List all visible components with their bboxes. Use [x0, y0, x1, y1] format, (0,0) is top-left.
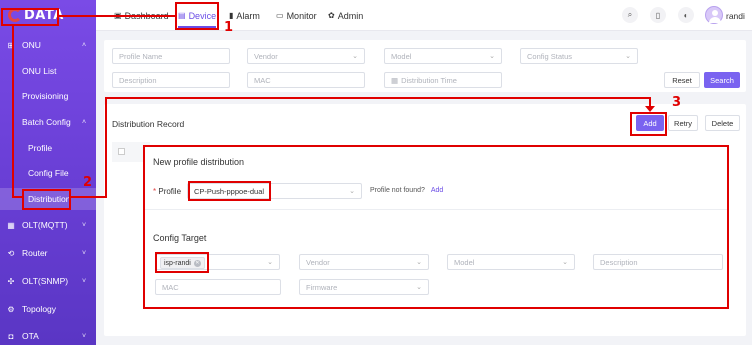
mac-input[interactable]: MAC: [247, 72, 365, 88]
nav-label: Admin: [337, 10, 364, 21]
mobile-icon[interactable]: ▯: [650, 7, 666, 23]
sidebar-item-ota[interactable]: ◘ OTA ˅: [0, 325, 96, 345]
router-icon: ⟲: [7, 248, 15, 258]
annotation-connector: [59, 15, 175, 17]
annotation-profile-box: [188, 181, 271, 201]
sidebar-item-label: ONU: [22, 40, 41, 50]
vendor-select[interactable]: Vendor ⌄: [247, 48, 365, 64]
annotation-add-box: [630, 112, 667, 136]
alarm-icon: ▮: [229, 11, 234, 20]
sidebar-item-label: OLT(SNMP): [22, 276, 69, 286]
annotation-connector: [12, 26, 14, 198]
nav-label: Alarm: [236, 10, 260, 21]
delete-button[interactable]: Delete: [705, 115, 740, 131]
placeholder-text: Description: [119, 75, 157, 85]
annotation-connector: [105, 97, 651, 99]
search-button[interactable]: Search: [704, 72, 740, 88]
theme-icon[interactable]: ◐: [678, 7, 694, 23]
nav-monitor[interactable]: ▭ Monitor: [276, 0, 317, 31]
search-icon[interactable]: ⌕: [622, 7, 638, 23]
sidebar-item-onu[interactable]: ⊞ ONU ˄: [0, 34, 96, 56]
sidebar-item-batch-config[interactable]: Batch Config ˄: [0, 111, 96, 133]
placeholder-text: Profile Name: [119, 51, 163, 61]
annotation-connector: [105, 97, 107, 198]
sidebar-item-profile[interactable]: Profile: [0, 137, 96, 159]
monitor-icon: ▭: [276, 11, 284, 20]
annotation-connector: [12, 196, 22, 198]
olt-snmp-icon: ✣: [7, 276, 15, 286]
sidebar: DATA ⊞ ONU ˄ ONU List Provisioning Batch…: [0, 0, 96, 345]
reset-button[interactable]: Reset: [664, 72, 700, 88]
sidebar-item-label: Topology: [22, 304, 57, 314]
sidebar-item-olt-mqtt[interactable]: ▦ OLT(MQTT) ˅: [0, 214, 96, 236]
sidebar-item-olt-snmp[interactable]: ✣ OLT(SNMP) ˅: [0, 270, 96, 292]
sidebar-item-provisioning[interactable]: Provisioning: [0, 85, 96, 107]
annotation-connector: [71, 196, 107, 198]
olt-icon: ▦: [7, 220, 15, 230]
annotation-step-3: 3: [672, 95, 682, 110]
distribution-record-title: Distribution Record: [112, 119, 185, 129]
admin-icon: ✿: [328, 11, 335, 20]
sidebar-item-topology[interactable]: ⚙ Topology: [0, 298, 96, 320]
annotation-dialog-box: [143, 145, 729, 309]
chevron-down-icon: ⌄: [489, 53, 495, 60]
annotation-distribution-box: [22, 189, 71, 210]
chevron-up-icon: ˄: [82, 118, 87, 126]
placeholder-text: Model: [391, 51, 412, 61]
sidebar-item-onu-list[interactable]: ONU List: [0, 60, 96, 82]
sidebar-item-label: ONU List: [22, 66, 57, 76]
filter-panel: Profile Name Vendor ⌄ Model ⌄ Config Sta…: [104, 40, 746, 92]
sidebar-item-label: Router: [22, 248, 48, 258]
chevron-down-icon: ⌄: [625, 53, 631, 60]
retry-button[interactable]: Retry: [668, 115, 698, 131]
topology-icon: ⚙: [7, 304, 15, 314]
model-select[interactable]: Model ⌄: [384, 48, 502, 64]
username[interactable]: randi: [726, 0, 745, 31]
placeholder-text: Vendor: [254, 51, 278, 61]
sidebar-item-label: Provisioning: [22, 91, 69, 101]
annotation-step-1: 1: [224, 20, 234, 35]
placeholder-text: Distribution Time: [401, 75, 457, 85]
chevron-down-icon: ˅: [82, 332, 87, 340]
nav-label: Monitor: [286, 10, 317, 21]
placeholder-text: Config Status: [527, 51, 573, 61]
avatar[interactable]: [705, 6, 723, 24]
onu-icon: ⊞: [7, 40, 15, 50]
sidebar-item-label: OLT(MQTT): [22, 220, 68, 230]
sidebar-item-label: Batch Config: [22, 117, 71, 127]
sidebar-item-label: Config File: [28, 168, 69, 178]
placeholder-text: MAC: [254, 75, 271, 85]
annotation-tag-box: [155, 252, 209, 273]
annotation-device-box: [175, 2, 219, 30]
chevron-down-icon: ⌄: [352, 53, 358, 60]
profile-name-input[interactable]: Profile Name: [112, 48, 230, 64]
chevron-down-icon: ˅: [82, 221, 87, 229]
chevron-down-icon: ˅: [82, 249, 87, 257]
nav-admin[interactable]: ✿ Admin: [328, 0, 363, 31]
calendar-icon: ▦: [391, 75, 399, 85]
sidebar-item-router[interactable]: ⟲ Router ˅: [0, 242, 96, 264]
nav-alarm[interactable]: ▮ Alarm: [229, 0, 260, 31]
description-input[interactable]: Description: [112, 72, 230, 88]
config-status-select[interactable]: Config Status ⌄: [520, 48, 638, 64]
distribution-time-picker[interactable]: ▦ Distribution Time: [384, 72, 502, 88]
annotation-step-2: 2: [83, 175, 93, 190]
sidebar-item-config-file[interactable]: Config File: [0, 162, 96, 184]
annotation-logo-box: [1, 8, 59, 26]
chevron-down-icon: ˅: [82, 277, 87, 285]
select-all-checkbox[interactable]: [118, 148, 125, 155]
ota-icon: ◘: [8, 331, 14, 341]
sidebar-item-label: Profile: [28, 143, 53, 153]
sidebar-item-label: OTA: [22, 331, 39, 341]
chevron-up-icon: ˄: [82, 41, 87, 49]
